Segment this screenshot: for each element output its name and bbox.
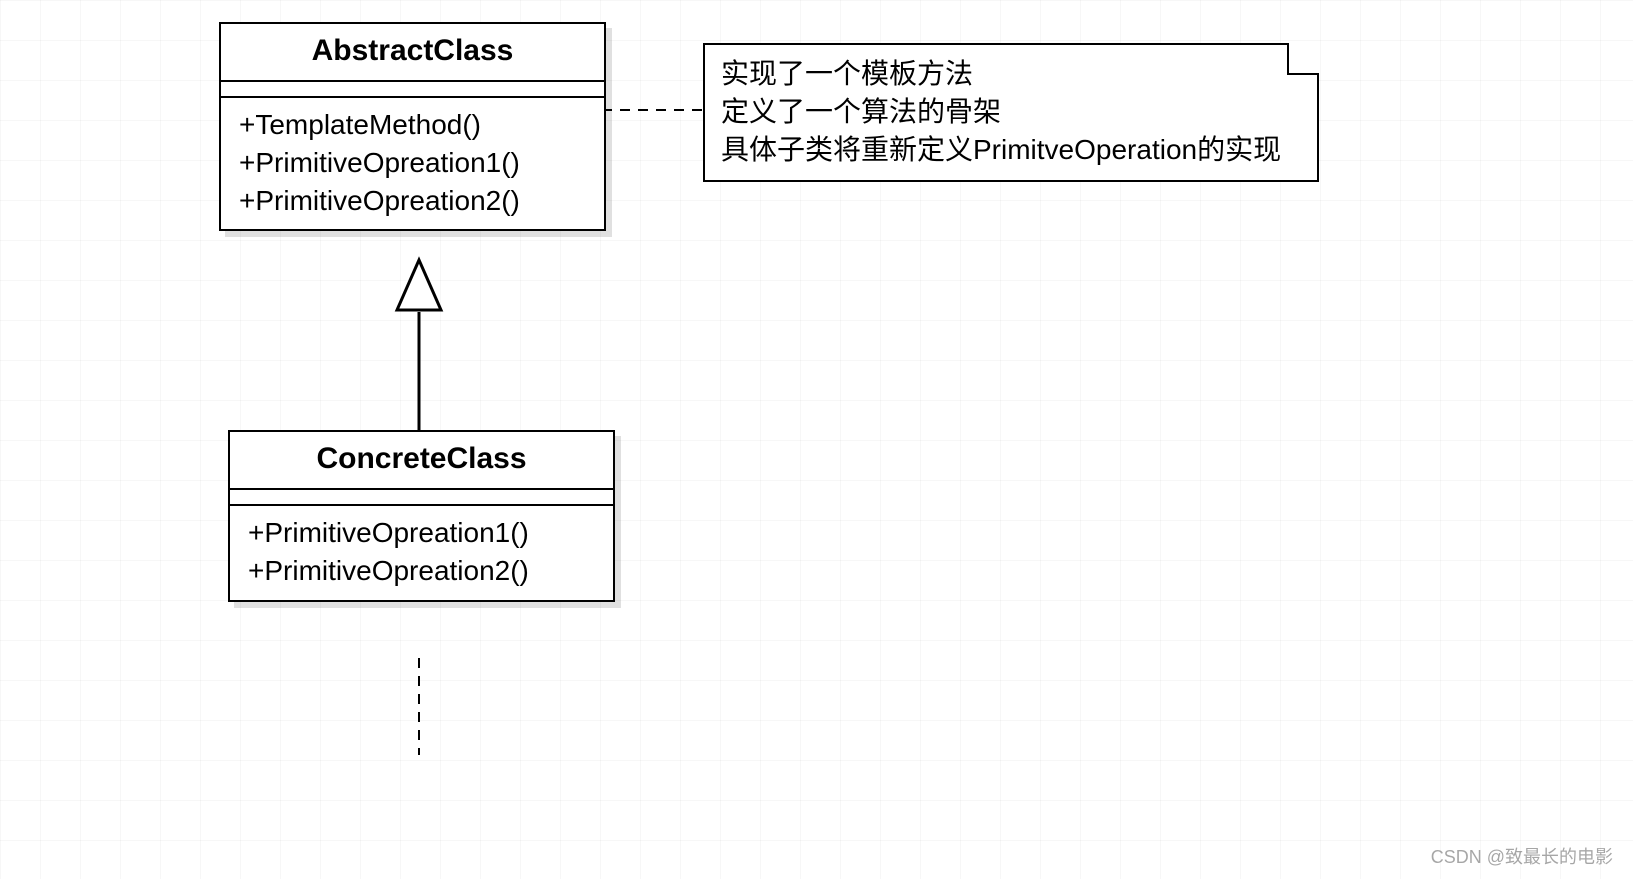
note-top: 实现了一个模板方法 定义了一个算法的骨架 具体子类将重新定义PrimitveOp… — [703, 43, 1319, 182]
note-line: 定义了一个算法的骨架 — [721, 93, 1301, 131]
class-abstract-methods: +TemplateMethod() +PrimitiveOpreation1()… — [221, 98, 604, 229]
method-row: +PrimitiveOpreation1() — [239, 144, 586, 182]
class-concrete-attrs — [230, 490, 613, 506]
method-row: +PrimitiveOpreation2() — [239, 182, 586, 220]
class-concrete: ConcreteClass +PrimitiveOpreation1() +Pr… — [228, 430, 615, 602]
watermark-text: CSDN @致最长的电影 — [1431, 843, 1613, 869]
method-row: +TemplateMethod() — [239, 106, 586, 144]
class-concrete-methods: +PrimitiveOpreation1() +PrimitiveOpreati… — [230, 506, 613, 600]
method-row: +PrimitiveOpreation1() — [248, 514, 595, 552]
class-abstract-title: AbstractClass — [221, 24, 604, 82]
class-concrete-title: ConcreteClass — [230, 432, 613, 490]
method-row: +PrimitiveOpreation2() — [248, 552, 595, 590]
class-abstract-attrs — [221, 82, 604, 98]
class-abstract: AbstractClass +TemplateMethod() +Primiti… — [219, 22, 606, 231]
note-line: 实现了一个模板方法 — [721, 55, 1301, 93]
note-line: 具体子类将重新定义PrimitveOperation的实现 — [721, 131, 1301, 169]
